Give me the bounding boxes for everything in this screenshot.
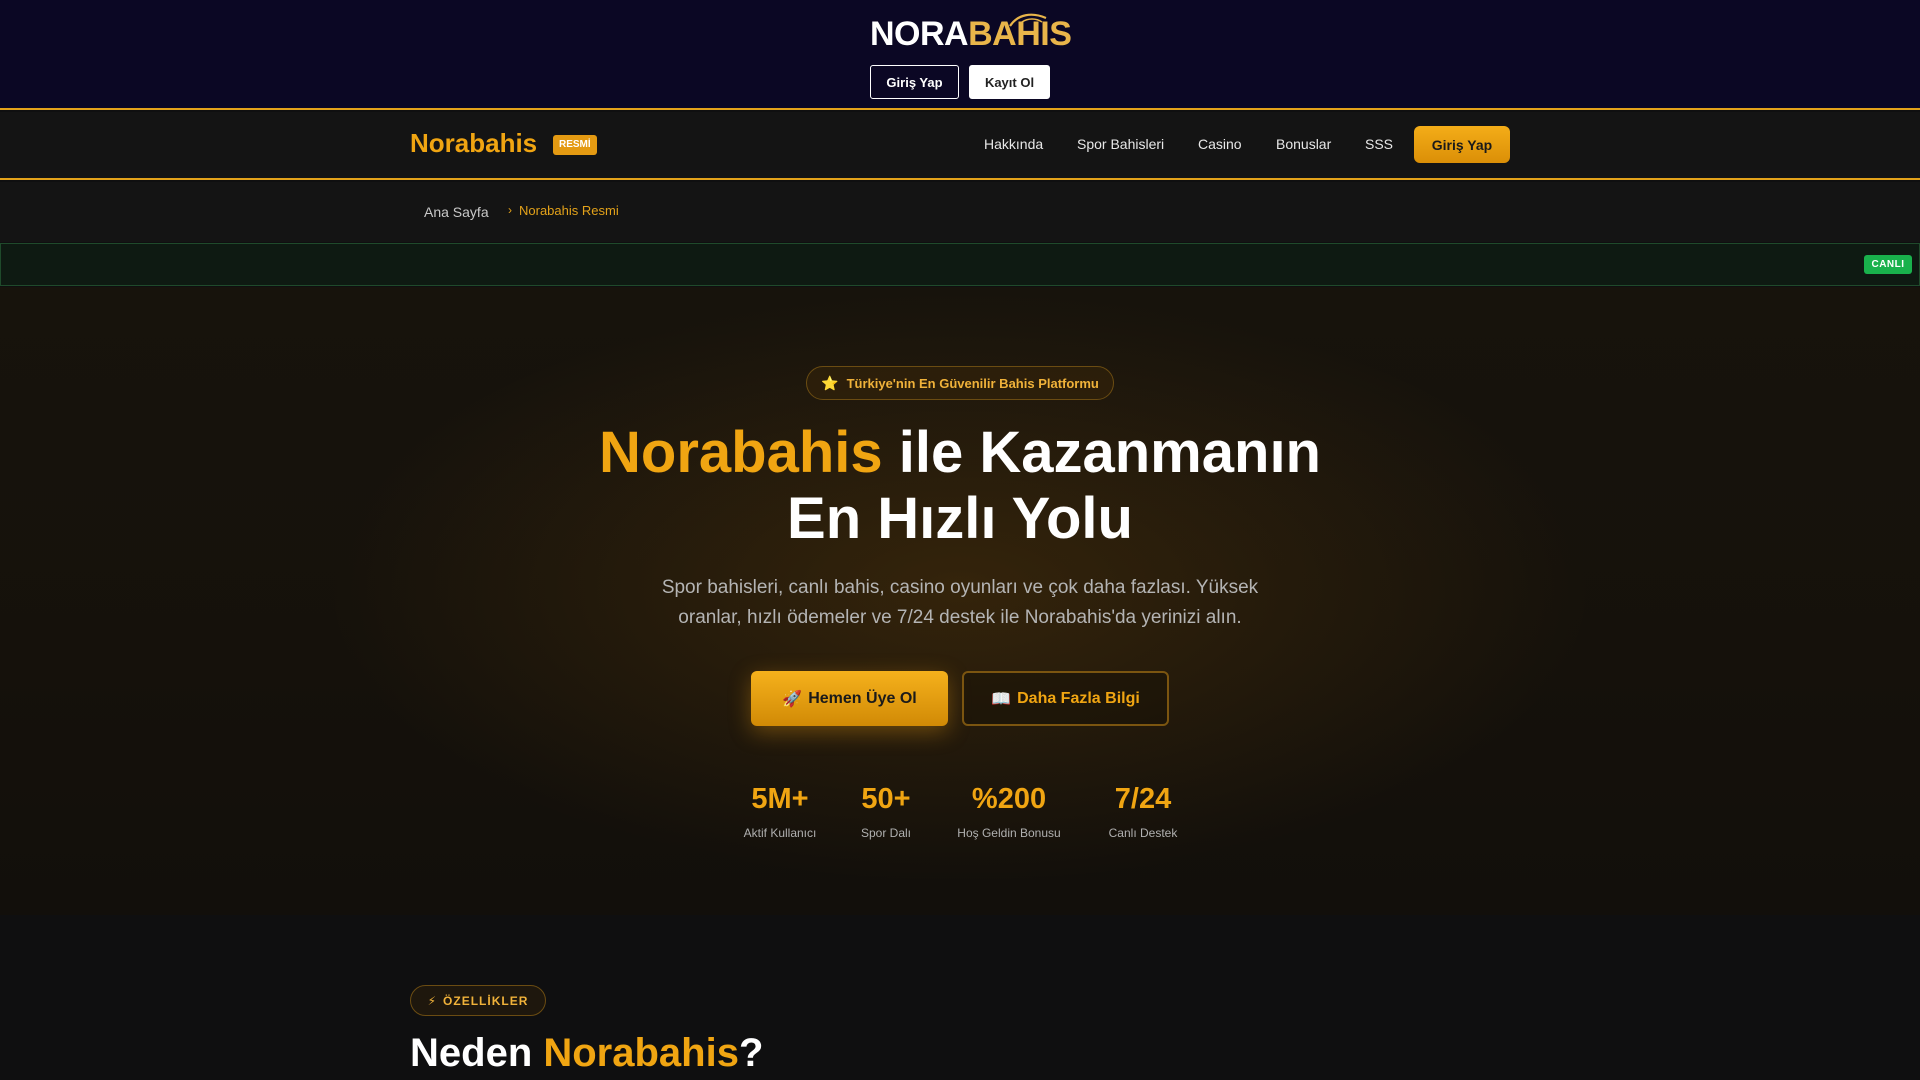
hero-section: ⭐ Türkiye'nin En Güvenilir Bahis Platfor… (0, 287, 1920, 915)
stat-label: Spor Dalı (860, 826, 912, 840)
features-title-accent: Norabahis (543, 1031, 739, 1075)
stat-value: 50+ (861, 783, 911, 815)
logo-swoosh-icon (1009, 13, 1047, 27)
nav-login-button[interactable]: Giriş Yap (1414, 126, 1510, 163)
learn-more-button[interactable]: 📖 Daha Fazla Bilgi (962, 671, 1169, 726)
features-title-prefix: Neden (410, 1031, 544, 1075)
signup-now-label: Hemen Üye Ol (808, 689, 917, 707)
nav-link-bonuses[interactable]: Bonuslar (1276, 136, 1331, 152)
site-title[interactable]: Norabahis (410, 128, 537, 159)
hero-title-line2: En Hızlı Yolu (787, 486, 1133, 551)
breadcrumb-home-link[interactable]: Ana Sayfa (424, 204, 489, 220)
stat-live-support: 7/24 Canlı Destek (1100, 782, 1186, 840)
features-section: ⚡ ÖZELLİKLER Neden Norabahis? (0, 915, 1920, 1080)
hero-tagline-pill: ⭐ Türkiye'nin En Güvenilir Bahis Platfor… (806, 366, 1114, 400)
lightning-icon: ⚡ (427, 993, 438, 1008)
breadcrumb: Ana Sayfa › Norabahis Resmi (0, 182, 1920, 242)
norabahis-logo[interactable]: NORABAHIS (870, 13, 1072, 54)
nav-link-sports-betting[interactable]: Spor Bahisleri (1077, 136, 1164, 152)
logo-text-nora: NORA (870, 15, 969, 53)
breadcrumb-current: Norabahis Resmi (519, 203, 619, 218)
hero-title-accent: Norabahis (599, 420, 883, 485)
breadcrumb-separator: › (508, 203, 512, 217)
hero-subtitle: Spor bahisleri, canlı bahis, casino oyun… (661, 577, 1259, 628)
stat-label: Canlı Destek (1108, 826, 1178, 840)
features-pill-text: ÖZELLİKLER (443, 993, 529, 1008)
top-register-button[interactable]: Kayıt Ol (969, 65, 1050, 99)
stat-value: %200 (971, 783, 1047, 815)
brand-bar: NORABAHIS Giriş Yap Kayıt Ol (0, 0, 1920, 110)
stat-label: Aktif Kullanıcı (743, 826, 817, 840)
features-pill: ⚡ ÖZELLİKLER (410, 985, 546, 1016)
stat-label: Hoş Geldin Bonusu (957, 826, 1061, 840)
stat-value: 7/24 (1114, 783, 1172, 815)
hero-title-line1: ile Kazanmanın (882, 420, 1321, 485)
main-navigation: Norabahis RESMİ Hakkında Spor Bahisleri … (0, 112, 1920, 180)
live-ticker: CANLI (0, 243, 1920, 286)
nav-link-casino[interactable]: Casino (1198, 136, 1242, 152)
book-icon: 📖 (991, 690, 1012, 708)
stat-value: 5M+ (751, 783, 809, 815)
official-badge: RESMİ (553, 135, 597, 155)
features-title-suffix: ? (738, 1031, 764, 1075)
learn-more-label: Daha Fazla Bilgi (1017, 689, 1140, 707)
top-login-button[interactable]: Giriş Yap (870, 65, 959, 99)
signup-now-button[interactable]: 🚀 Hemen Üye Ol (751, 671, 948, 726)
hero-title: Norabahis ile Kazanmanın En Hızlı Yolu (460, 420, 1460, 552)
live-badge: CANLI (1864, 255, 1912, 274)
stat-sports: 50+ Spor Dalı (850, 782, 922, 840)
stat-active-users: 5M+ Aktif Kullanıcı (737, 782, 823, 840)
nav-link-faq[interactable]: SSS (1365, 136, 1393, 152)
features-title: Neden Norabahis? (410, 1031, 763, 1076)
nav-link-about[interactable]: Hakkında (984, 136, 1043, 152)
rocket-icon: 🚀 (782, 690, 803, 708)
star-icon: ⭐ (821, 374, 839, 391)
hero-tagline-text: Türkiye'nin En Güvenilir Bahis Platformu (846, 375, 1099, 391)
stat-welcome-bonus: %200 Hoş Geldin Bonusu (948, 782, 1070, 840)
